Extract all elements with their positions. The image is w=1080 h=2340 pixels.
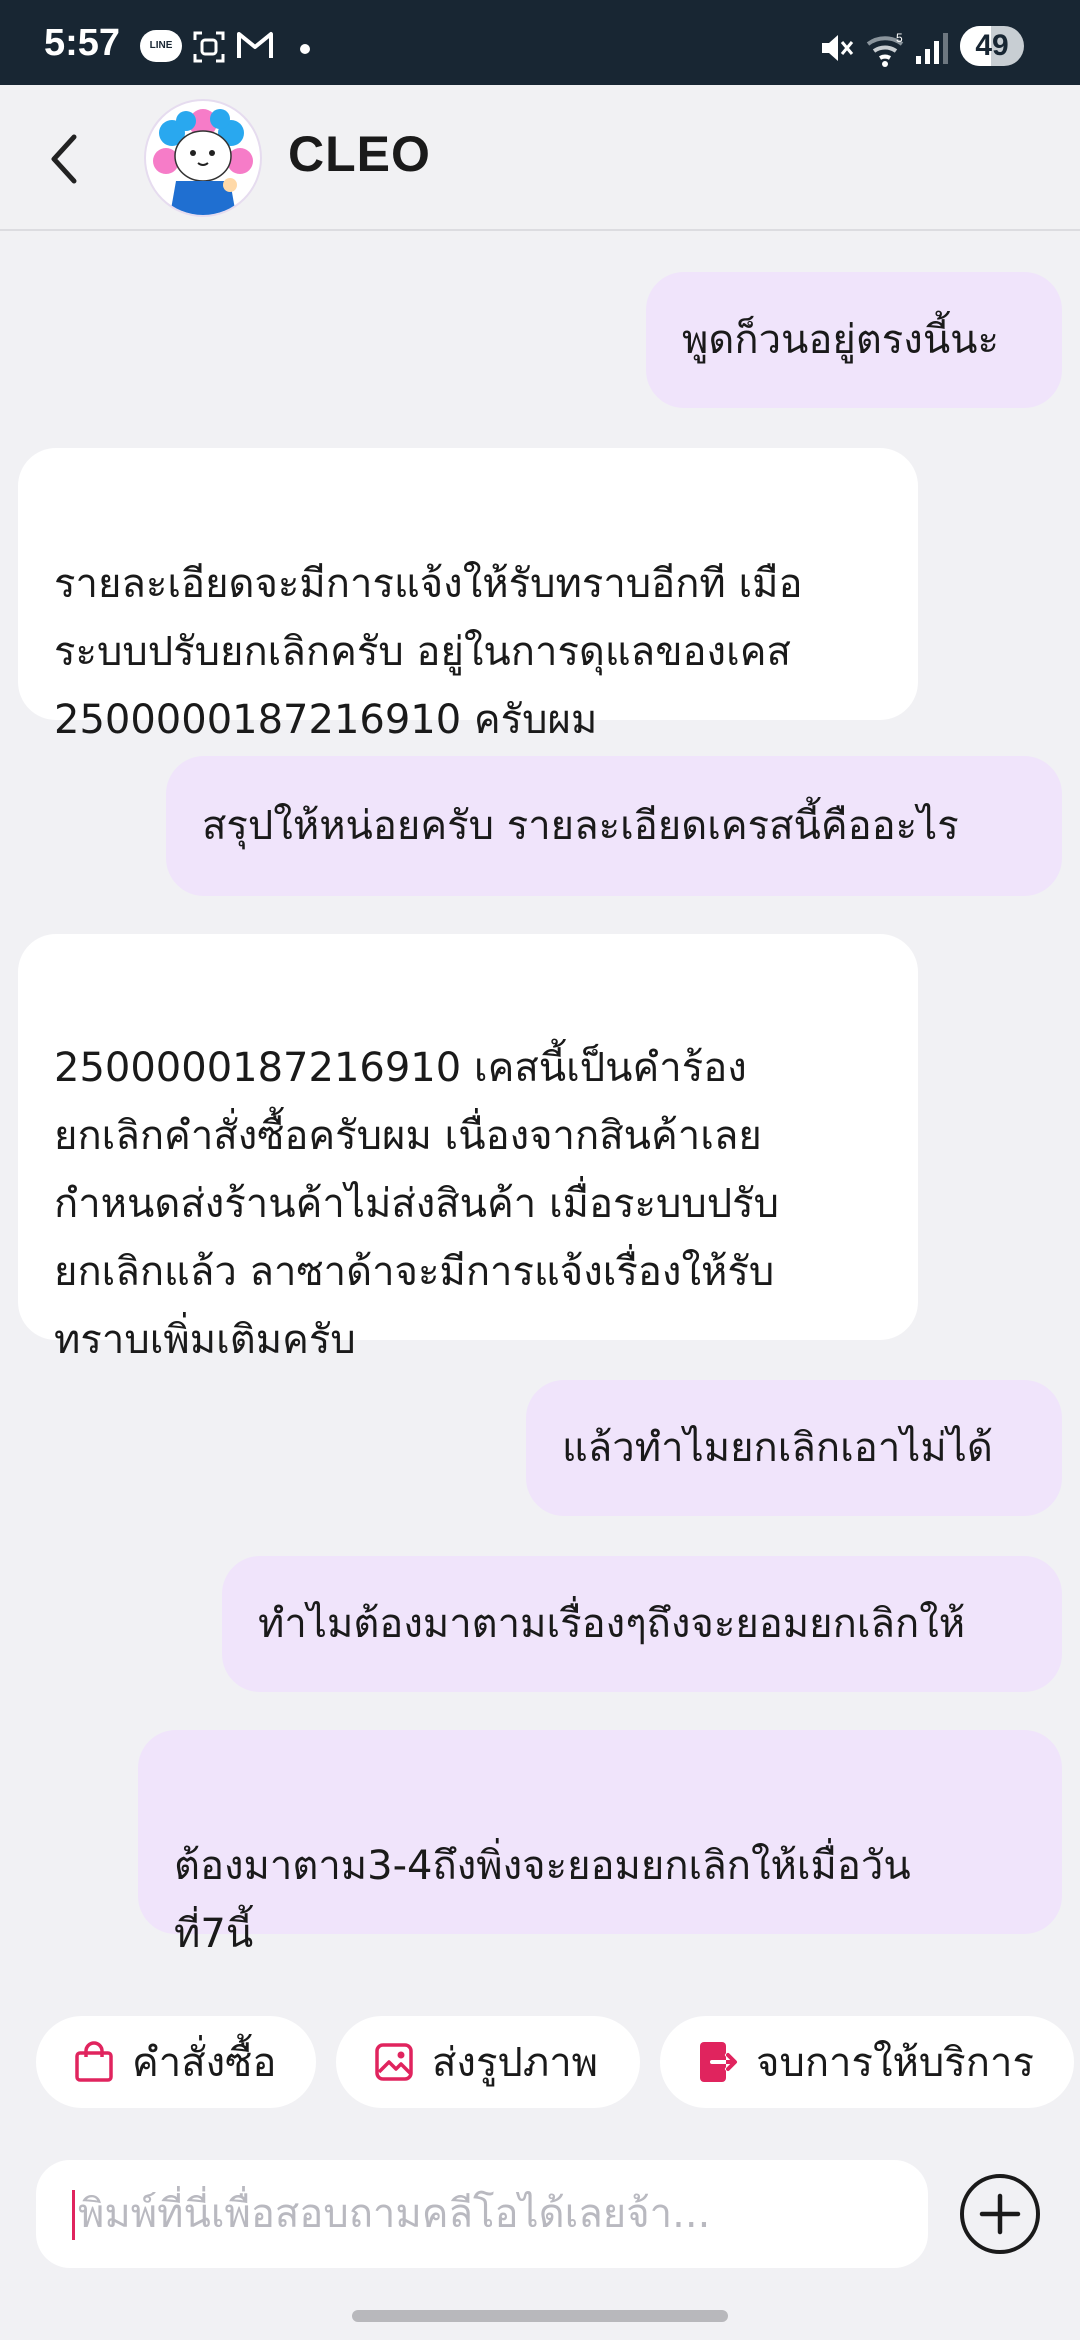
- chat-header: CLEO: [0, 85, 1080, 231]
- chip-label: จบการให้บริการ: [756, 2040, 1034, 2086]
- send-image-chip[interactable]: ส่งรูปภาพ: [336, 2016, 640, 2108]
- input-placeholder: พิมพ์ที่นี่เพื่อสอบถามคลีโอได้เลยจ้า...: [78, 2191, 711, 2237]
- message-text: สรุปให้หน่อยครับ รายละเอียดเครสนี้คืออะไ…: [202, 803, 959, 849]
- message-bubble-bot[interactable]: 2500000187216910 เคสนี้เป็นคำร้อง ยกเลิก…: [18, 934, 918, 1363]
- chip-label: คำสั่งซื้อ: [132, 2040, 277, 2086]
- exit-icon: [700, 2042, 737, 2082]
- message-text: รายละเอียดจะมีการแจ้งให้รับทราบอีกที เมื…: [54, 561, 803, 743]
- message-bubble-user[interactable]: สรุปให้หน่อยครับ รายละเอียดเครสนี้คืออะไ…: [166, 756, 1062, 896]
- page-title: CLEO: [288, 126, 431, 182]
- plus-circle-icon[interactable]: [958, 2172, 1042, 2256]
- image-icon: [375, 2043, 413, 2081]
- message-text: พูดก็วนอยู่ตรงนี้นะ: [682, 317, 999, 363]
- shopping-bag-icon: [75, 2041, 113, 2082]
- avatar[interactable]: [144, 99, 262, 217]
- message-text: 2500000187216910 เคสนี้เป็นคำร้อง ยกเลิก…: [54, 1045, 780, 1363]
- orders-chip[interactable]: คำสั่งซื้อ: [36, 2016, 316, 2108]
- message-bubble-user[interactable]: ต้องมาตาม3-4ถึงพิ่งจะยอมยกเลิกให้เมื่อวั…: [138, 1730, 1062, 1957]
- battery-icon: 49: [960, 26, 1024, 66]
- text-caret: [72, 2190, 75, 2240]
- svg-text:5: 5: [896, 31, 903, 45]
- message-bubble-user[interactable]: แล้วทำไมยกเลิกเอาไม่ได้: [526, 1380, 1062, 1516]
- wifi-icon: 5: [866, 31, 904, 67]
- notification-dot: [300, 44, 310, 54]
- home-indicator[interactable]: [352, 2310, 728, 2322]
- mute-icon: [822, 35, 854, 61]
- message-text: ทำไมต้องมาตามเรื่องๆถึงจะยอมยกเลิกให้: [258, 1601, 966, 1647]
- gmail-icon: [237, 32, 273, 58]
- end-service-chip[interactable]: จบการให้บริการ: [660, 2016, 1074, 2108]
- chevron-left-icon[interactable]: [40, 121, 100, 197]
- message-text: ต้องมาตาม3-4ถึงพิ่งจะยอมยกเลิกให้เมื่อวั…: [174, 1843, 911, 1957]
- message-bubble-bot[interactable]: รายละเอียดจะมีการแจ้งให้รับทราบอีกที เมื…: [18, 448, 918, 743]
- cleo-avatar: [153, 109, 253, 215]
- message-text: แล้วทำไมยกเลิกเอาไม่ได้: [562, 1425, 993, 1471]
- scan-icon: [193, 31, 225, 63]
- status-bar: 5:57 LINE 5 49: [0, 0, 1080, 85]
- message-input[interactable]: พิมพ์ที่นี่เพื่อสอบถามคลีโอได้เลยจ้า...: [36, 2160, 928, 2268]
- signal-icon: [916, 33, 948, 64]
- message-bubble-user[interactable]: พูดก็วนอยู่ตรงนี้นะ: [646, 272, 1062, 408]
- battery-level: 49: [975, 29, 1009, 62]
- message-bubble-user[interactable]: ทำไมต้องมาตามเรื่องๆถึงจะยอมยกเลิกให้: [222, 1556, 1062, 1692]
- chip-label: ส่งรูปภาพ: [432, 2040, 599, 2086]
- line-app-icon: LINE: [140, 30, 182, 62]
- status-time: 5:57: [44, 22, 121, 64]
